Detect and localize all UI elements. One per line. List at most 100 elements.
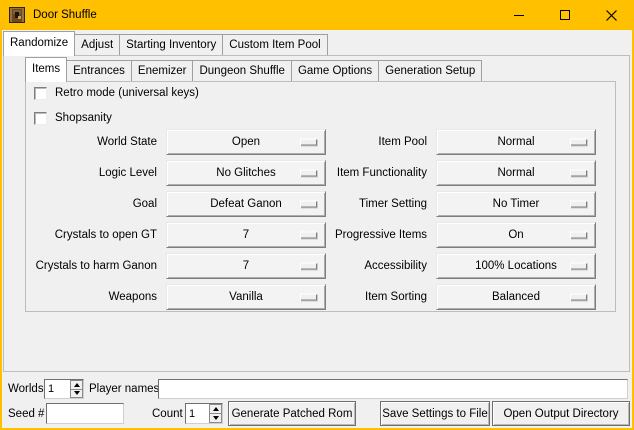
dropdown-indicator-icon (570, 263, 587, 270)
crystals-harm-ganon-dropdown[interactable]: 7 (166, 253, 326, 279)
triangle-up-icon (213, 407, 219, 411)
dropdown-indicator-icon (300, 232, 317, 239)
minimize-button[interactable] (496, 0, 542, 30)
tab-adjust[interactable]: Adjust (74, 34, 120, 55)
tab-generation-setup[interactable]: Generation Setup (378, 60, 482, 81)
player-names-input[interactable] (158, 379, 628, 399)
item-sorting-label: Item Sorting (335, 291, 427, 303)
logic-level-label: Logic Level (26, 167, 157, 179)
retro-mode-label: Retro mode (universal keys) (55, 87, 199, 99)
shopsanity-label: Shopsanity (55, 112, 112, 124)
tab-randomize-label: Randomize (10, 37, 68, 49)
options-grid: World State Open Item Pool Normal Logic … (26, 129, 596, 310)
close-icon (606, 10, 617, 21)
retro-mode-checkbox (34, 87, 47, 100)
goal-value: Defeat Ganon (210, 198, 282, 210)
progressive-items-dropdown[interactable]: On (436, 222, 596, 248)
count-label: Count (152, 402, 183, 426)
tab-adjust-label: Adjust (81, 39, 113, 51)
dropdown-indicator-icon (300, 263, 317, 270)
window-door-shuffle: Door Shuffle Randomize Adjust Starting I… (0, 0, 634, 430)
weapons-dropdown[interactable]: Vanilla (166, 284, 326, 310)
dropdown-indicator-icon (570, 139, 587, 146)
maximize-button[interactable] (542, 0, 588, 30)
titlebar[interactable]: Door Shuffle (0, 0, 634, 30)
crystals-open-gt-value: 7 (243, 229, 249, 241)
world-state-label: World State (26, 136, 157, 148)
timer-setting-value: No Timer (493, 198, 540, 210)
count-spin-down-button[interactable] (209, 413, 222, 423)
content-area: Randomize Adjust Starting Inventory Cust… (2, 30, 632, 428)
world-state-dropdown[interactable]: Open (166, 129, 326, 155)
items-panel: Retro mode (universal keys) Shopsanity W… (25, 81, 616, 312)
tab-items[interactable]: Items (25, 57, 67, 82)
window-title: Door Shuffle (33, 9, 97, 21)
tab-dungeon-shuffle-label: Dungeon Shuffle (199, 65, 284, 77)
weapons-label: Weapons (26, 291, 157, 303)
tab-items-label: Items (32, 63, 60, 75)
dropdown-indicator-icon (570, 294, 587, 301)
shopsanity-checkbox (34, 112, 47, 125)
tab-randomize[interactable]: Randomize (3, 31, 75, 56)
seed-label: Seed # (8, 402, 44, 426)
accessibility-label: Accessibility (335, 260, 427, 272)
door-icon (9, 7, 25, 23)
world-state-value: Open (232, 136, 260, 148)
item-functionality-label: Item Functionality (335, 167, 427, 179)
item-sorting-value: Balanced (492, 291, 540, 303)
retro-mode-checkbox-row[interactable]: Retro mode (universal keys) (34, 86, 199, 100)
primary-tab-bar: Randomize Adjust Starting Inventory Cust… (3, 30, 327, 55)
tab-custom-item-pool-label: Custom Item Pool (229, 39, 320, 51)
shopsanity-checkbox-row[interactable]: Shopsanity (34, 111, 112, 125)
maximize-icon (560, 10, 570, 20)
item-pool-value: Normal (497, 136, 534, 148)
tab-enemizer-label: Enemizer (138, 65, 187, 77)
crystals-harm-ganon-label: Crystals to harm Ganon (26, 260, 157, 272)
dropdown-indicator-icon (300, 170, 317, 177)
tab-entrances[interactable]: Entrances (66, 60, 132, 81)
progressive-items-label: Progressive Items (335, 229, 427, 241)
item-functionality-value: Normal (497, 167, 534, 179)
triangle-down-icon (213, 416, 219, 420)
count-spin-buttons (209, 404, 222, 423)
tab-dungeon-shuffle[interactable]: Dungeon Shuffle (192, 60, 291, 81)
worlds-input[interactable] (45, 380, 70, 398)
tab-game-options-label: Game Options (298, 65, 372, 77)
worlds-spin-down-button[interactable] (70, 389, 83, 399)
generate-patched-rom-button[interactable]: Generate Patched Rom (228, 401, 356, 426)
save-settings-button[interactable]: Save Settings to File (380, 401, 490, 426)
seed-input[interactable] (46, 403, 124, 424)
timer-setting-dropdown[interactable]: No Timer (436, 191, 596, 217)
tab-game-options[interactable]: Game Options (291, 60, 379, 81)
timer-setting-label: Timer Setting (335, 198, 427, 210)
worlds-spinbox (44, 379, 84, 399)
player-names-label: Player names (89, 379, 159, 399)
crystals-open-gt-dropdown[interactable]: 7 (166, 222, 326, 248)
close-button[interactable] (588, 0, 634, 30)
dropdown-indicator-icon (300, 139, 317, 146)
item-functionality-dropdown[interactable]: Normal (436, 160, 596, 186)
minimize-icon (514, 15, 524, 16)
secondary-tab-bar: Items Entrances Enemizer Dungeon Shuffle… (25, 56, 481, 81)
crystals-open-gt-label: Crystals to open GT (26, 229, 157, 241)
item-pool-dropdown[interactable]: Normal (436, 129, 596, 155)
tab-custom-item-pool[interactable]: Custom Item Pool (222, 34, 327, 55)
worlds-label: Worlds (8, 379, 44, 399)
tab-generation-setup-label: Generation Setup (385, 65, 475, 77)
window-controls (496, 0, 634, 30)
count-spinbox (185, 403, 223, 424)
tab-enemizer[interactable]: Enemizer (131, 60, 194, 81)
item-sorting-dropdown[interactable]: Balanced (436, 284, 596, 310)
open-output-directory-button[interactable]: Open Output Directory (492, 401, 630, 426)
dropdown-indicator-icon (570, 170, 587, 177)
worlds-spin-buttons (70, 380, 83, 398)
accessibility-dropdown[interactable]: 100% Locations (436, 253, 596, 279)
logic-level-dropdown[interactable]: No Glitches (166, 160, 326, 186)
tab-starting-inventory[interactable]: Starting Inventory (119, 34, 223, 55)
accessibility-value: 100% Locations (475, 260, 557, 272)
count-input[interactable] (186, 404, 209, 423)
goal-dropdown[interactable]: Defeat Ganon (166, 191, 326, 217)
progressive-items-value: On (508, 229, 523, 241)
triangle-up-icon (74, 383, 80, 387)
tab-starting-inventory-label: Starting Inventory (126, 39, 216, 51)
